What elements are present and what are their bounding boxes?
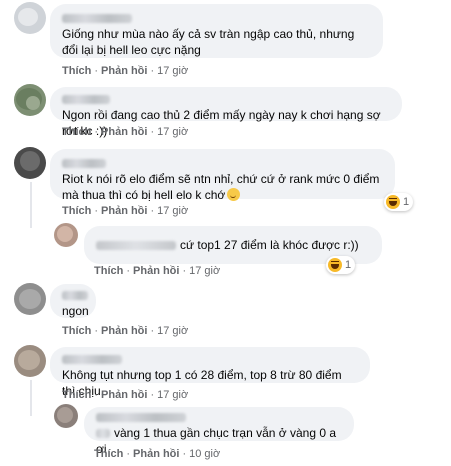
comment-actions: Thích · Phản hồi · 17 giờ bbox=[62, 325, 189, 337]
comment-bubble: Riot k nói rõ elo điểm sẽ ntn nhỉ, chứ c… bbox=[50, 149, 395, 202]
reaction-count[interactable]: 1 bbox=[326, 256, 356, 274]
comment-actions: Thích · Phản hồi · 10 giờ bbox=[94, 448, 221, 460]
like-button[interactable]: Thích bbox=[62, 65, 91, 77]
comment-author[interactable] bbox=[62, 156, 383, 171]
comment-text: Giống như mùa nào ấy cả sv tràn ngập cao… bbox=[62, 27, 355, 57]
reaction-count[interactable]: 1 bbox=[384, 193, 414, 211]
timestamp[interactable]: 17 giờ bbox=[157, 389, 188, 401]
comment-author[interactable] bbox=[62, 92, 390, 107]
reply-button[interactable]: Phản hồi bbox=[101, 205, 147, 217]
comment-author[interactable] bbox=[62, 288, 88, 303]
reply-button[interactable]: Phản hồi bbox=[133, 265, 179, 277]
comment-bubble: ngon bbox=[50, 284, 96, 318]
avatar[interactable] bbox=[14, 147, 46, 179]
timestamp[interactable]: 10 giờ bbox=[189, 448, 220, 460]
like-button[interactable]: Thích bbox=[62, 126, 91, 138]
avatar[interactable] bbox=[14, 2, 46, 34]
avatar[interactable] bbox=[54, 404, 78, 428]
avatar[interactable] bbox=[14, 345, 46, 377]
reply-button[interactable]: Phản hồi bbox=[133, 448, 179, 460]
avatar[interactable] bbox=[14, 283, 46, 315]
haha-reaction-icon bbox=[386, 195, 400, 209]
thread-line bbox=[30, 380, 32, 416]
thread-line bbox=[30, 182, 32, 228]
comment-text: Riot k nói rõ elo điểm sẽ ntn nhỉ, chứ c… bbox=[62, 172, 380, 202]
comment-text: ngon bbox=[62, 304, 89, 318]
laughing-emoji-icon bbox=[227, 188, 241, 201]
comment-author[interactable] bbox=[96, 410, 342, 425]
reply-button[interactable]: Phản hồi bbox=[101, 65, 147, 77]
comment-bubble: Ngon rồi đang cao thủ 2 điểm mấy ngày na… bbox=[50, 87, 402, 138]
comment-actions: Thích · Phản hồi · 17 giờ bbox=[94, 265, 221, 277]
avatar[interactable] bbox=[54, 223, 78, 247]
comment-author[interactable] bbox=[62, 352, 358, 367]
like-button[interactable]: Thích bbox=[62, 389, 91, 401]
comment-actions: Thích · Phản hồi · 17 giờ bbox=[62, 389, 189, 401]
haha-reaction-icon bbox=[328, 258, 342, 272]
like-button[interactable]: Thích bbox=[62, 325, 91, 337]
timestamp[interactable]: 17 giờ bbox=[157, 325, 188, 337]
reply-button[interactable]: Phản hồi bbox=[101, 389, 147, 401]
comment-text: cứ top1 27 điểm là khóc được r:)) bbox=[96, 237, 370, 253]
timestamp[interactable]: 17 giờ bbox=[157, 65, 188, 77]
comment-bubble: Không tụt nhưng top 1 có 28 điểm, top 8 … bbox=[50, 347, 370, 398]
comment-actions: Thích · Phản hồi · 17 giờ bbox=[62, 126, 189, 138]
reply-button[interactable]: Phản hồi bbox=[101, 126, 147, 138]
reply-bubble: vàng 1 thua gần chục trạn vẫn ở vàng 0 a… bbox=[84, 407, 354, 456]
timestamp[interactable]: 17 giờ bbox=[189, 265, 220, 277]
comment-bubble: Giống như mùa nào ấy cả sv tràn ngập cao… bbox=[50, 4, 383, 58]
comment-actions: Thích · Phản hồi · 17 giờ bbox=[62, 65, 189, 77]
comment-author[interactable] bbox=[62, 11, 371, 26]
comment-actions: Thích · Phản hồi · 17 giờ bbox=[62, 205, 189, 217]
like-button[interactable]: Thích bbox=[94, 448, 123, 460]
reply-button[interactable]: Phản hồi bbox=[101, 325, 147, 337]
like-button[interactable]: Thích bbox=[94, 265, 123, 277]
timestamp[interactable]: 17 giờ bbox=[157, 205, 188, 217]
avatar[interactable] bbox=[14, 84, 46, 116]
timestamp[interactable]: 17 giờ bbox=[157, 126, 188, 138]
like-button[interactable]: Thích bbox=[62, 205, 91, 217]
